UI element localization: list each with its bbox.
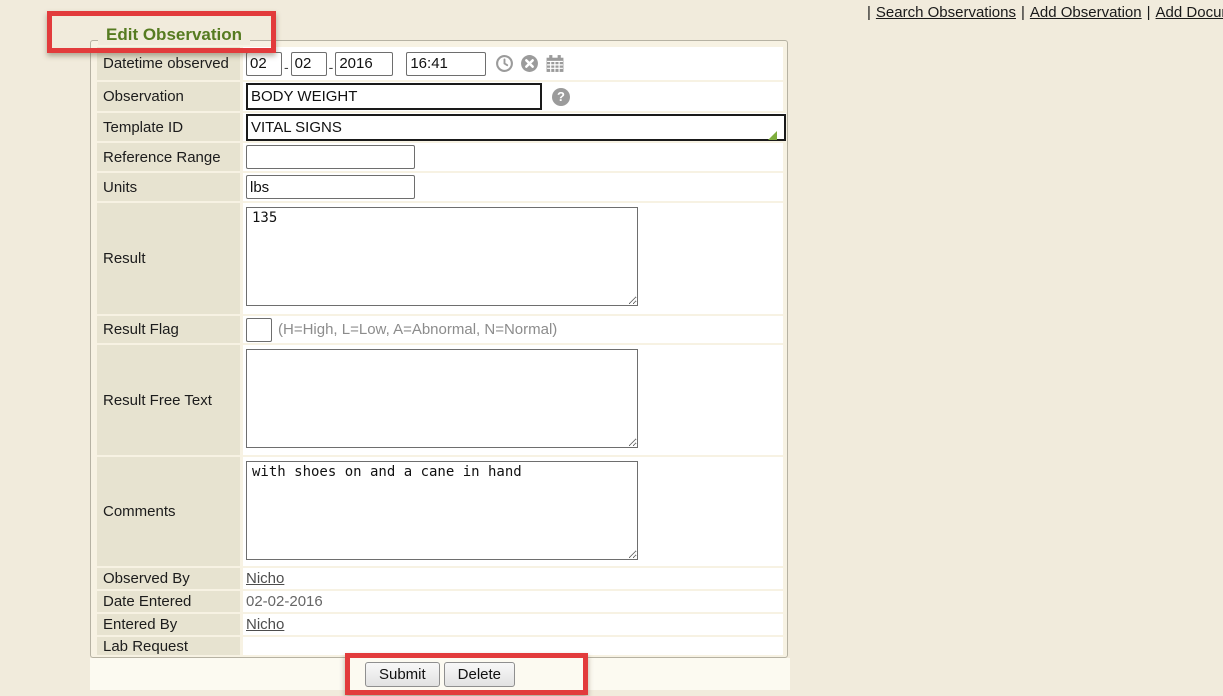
calendar-icon[interactable] [545,54,565,73]
result-free-text-textarea[interactable] [246,349,638,448]
template-id-input[interactable] [246,114,786,141]
units-input[interactable] [246,175,415,199]
row-datetime-observed: Datetime observed - - [97,47,783,80]
reference-range-label: Reference Range [97,143,240,171]
clock-icon[interactable] [495,54,514,73]
date-entered-value: 02-02-2016 [246,593,323,610]
result-flag-hint: (H=High, L=Low, A=Abnormal, N=Normal) [278,321,557,338]
result-label: Result [97,203,240,314]
row-lab-request: Lab Request [97,637,783,655]
form-actions: Submit Delete [90,658,790,690]
row-comments: Comments with shoes on and a cane in han… [97,457,783,566]
row-entered-by: Entered By Nicho [97,614,783,635]
lab-request-label: Lab Request [97,637,240,655]
delete-button[interactable]: Delete [444,662,515,687]
submit-button[interactable]: Submit [365,662,440,687]
reference-range-input[interactable] [246,145,415,169]
result-flag-label: Result Flag [97,316,240,343]
result-free-text-label: Result Free Text [97,345,240,455]
observed-by-link[interactable]: Nicho [246,570,284,587]
datetime-observed-label: Datetime observed [97,47,240,80]
entered-by-label: Entered By [97,614,240,635]
comments-label: Comments [97,457,240,566]
datetime-day-input[interactable] [291,52,327,76]
date-separator: - [329,59,334,75]
help-icon[interactable]: ? [552,88,570,106]
row-units: Units [97,173,783,201]
nav-separator: | [862,4,876,21]
nav-link-add-document[interactable]: Add Document [1156,4,1223,21]
observation-input[interactable] [246,83,542,110]
datetime-time-input[interactable] [406,52,486,76]
datetime-year-input[interactable] [335,52,393,76]
page-title: Edit Observation [98,25,250,45]
resize-grip-icon[interactable] [768,131,777,140]
row-result: Result 135 [97,203,783,314]
observation-label: Observation [97,82,240,111]
result-flag-input[interactable] [246,318,272,342]
date-entered-label: Date Entered [97,591,240,612]
row-observed-by: Observed By Nicho [97,568,783,589]
row-template-id: Template ID [97,113,783,141]
result-textarea[interactable]: 135 [246,207,638,306]
datetime-month-input[interactable] [246,52,282,76]
nav-separator: | [1016,4,1030,21]
row-date-entered: Date Entered 02-02-2016 [97,591,783,612]
row-result-flag: Result Flag (H=High, L=Low, A=Abnormal, … [97,316,783,343]
nav-link-search-observations[interactable]: Search Observations [876,4,1016,21]
row-result-free-text: Result Free Text [97,345,783,455]
nav-link-add-observation[interactable]: Add Observation [1030,4,1142,21]
units-label: Units [97,173,240,201]
template-id-label: Template ID [97,113,240,141]
nav-separator: | [1142,4,1156,21]
clear-icon[interactable] [520,54,539,73]
date-separator: - [284,59,289,75]
entered-by-link[interactable]: Nicho [246,616,284,633]
top-nav: |Search Observations|Add Observation|Add… [862,4,1223,21]
observed-by-label: Observed By [97,568,240,589]
row-observation: Observation ? [97,82,783,111]
comments-textarea[interactable]: with shoes on and a cane in hand [246,461,638,560]
edit-observation-form: Datetime observed - - Observation [90,40,788,658]
row-reference-range: Reference Range [97,143,783,171]
